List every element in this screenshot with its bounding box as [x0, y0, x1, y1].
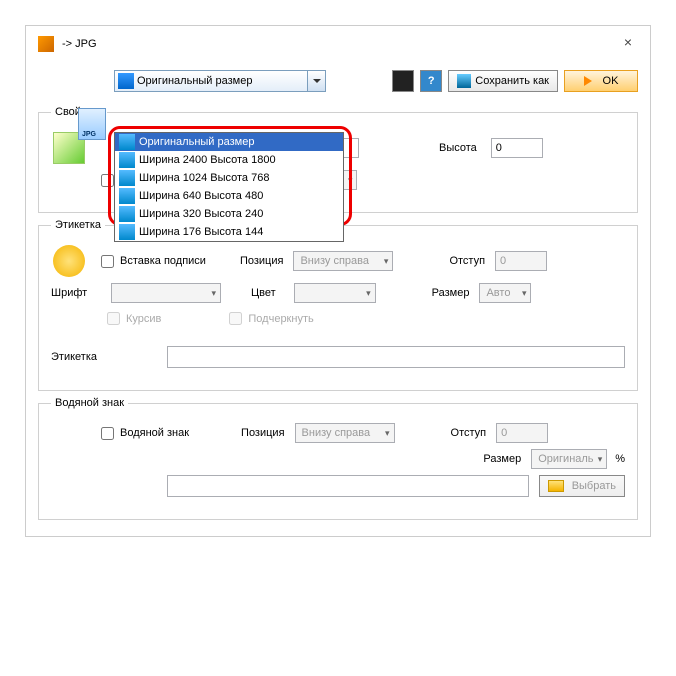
italic-checkbox[interactable] — [107, 312, 120, 325]
combo-selected-text: Оригинальный размер — [137, 75, 252, 87]
watermark-legend: Водяной знак — [51, 397, 128, 409]
wm-position-combo[interactable]: Внизу справа — [295, 423, 395, 443]
size-preset-combo[interactable]: Оригинальный размер — [114, 70, 326, 92]
underline-checkbox[interactable] — [229, 312, 242, 325]
size-label: Размер — [432, 287, 470, 299]
font-label: Шрифт — [51, 287, 111, 299]
option-icon — [119, 134, 135, 150]
label-field-label: Этикетка — [51, 351, 167, 363]
close-button[interactable]: × — [618, 34, 638, 54]
save-as-button[interactable]: Сохранить как — [448, 70, 558, 92]
help-button[interactable]: ? — [420, 70, 442, 92]
color-label: Цвет — [251, 287, 276, 299]
dropdown-option[interactable]: Ширина 2400 Высота 1800 — [115, 151, 343, 169]
option-icon — [119, 170, 135, 186]
dropdown-option[interactable]: Ширина 320 Высота 240 — [115, 205, 343, 223]
console-button[interactable] — [392, 70, 414, 92]
choose-label: Выбрать — [572, 480, 616, 492]
wm-size-combo[interactable]: Оригиналь — [531, 449, 607, 469]
app-icon — [38, 36, 54, 52]
font-combo[interactable] — [111, 283, 221, 303]
font-size-combo[interactable]: Авто — [479, 283, 531, 303]
dialog-window: -> JPG × Оригинальный размер ? Сохранить… — [25, 25, 651, 537]
ok-button[interactable]: OK — [564, 70, 638, 92]
height-label: Высота — [439, 142, 477, 154]
color-combo[interactable] — [294, 283, 376, 303]
watermark-label: Водяной знак — [120, 427, 189, 439]
wm-offset-input[interactable] — [496, 423, 548, 443]
rotate-checkbox[interactable] — [101, 174, 114, 187]
folder-icon — [548, 480, 564, 492]
save-as-label: Сохранить как — [475, 75, 549, 87]
percent-label: % — [615, 453, 625, 465]
option-icon — [119, 224, 135, 240]
dropdown-option[interactable]: Ширина 1024 Высота 768 — [115, 169, 343, 187]
position-label: Позиция — [240, 255, 284, 267]
wm-size-label: Размер — [483, 453, 521, 465]
wm-position-label: Позиция — [241, 427, 285, 439]
jpg-format-icon — [78, 108, 106, 140]
wm-offset-label: Отступ — [451, 427, 487, 439]
offset-input[interactable] — [495, 251, 547, 271]
caption-icon — [53, 245, 85, 277]
choose-file-button[interactable]: Выбрать — [539, 475, 625, 497]
size-preset-dropdown[interactable]: Оригинальный размер Ширина 2400 Высота 1… — [114, 132, 344, 242]
position-combo[interactable]: Внизу справа — [293, 251, 393, 271]
option-icon — [119, 152, 135, 168]
titlebar: -> JPG × — [26, 26, 650, 62]
underline-label: Подчеркнуть — [248, 313, 313, 325]
height-input[interactable] — [491, 138, 543, 158]
label-group: Этикетка Вставка подписи Позиция Внизу с… — [38, 219, 638, 391]
dropdown-option[interactable]: Ширина 640 Высота 480 — [115, 187, 343, 205]
dropdown-option[interactable]: Оригинальный размер — [115, 133, 343, 151]
italic-label: Курсив — [126, 313, 161, 325]
disk-icon — [457, 74, 471, 88]
label-legend: Этикетка — [51, 219, 105, 231]
window-title: -> JPG — [62, 38, 97, 50]
option-icon — [119, 188, 135, 204]
option-icon — [119, 206, 135, 222]
insert-caption-label: Вставка подписи — [120, 255, 206, 267]
dropdown-option[interactable]: Ширина 176 Высота 144 — [115, 223, 343, 241]
ok-label: OK — [603, 75, 619, 87]
offset-label: Отступ — [449, 255, 485, 267]
watermark-checkbox[interactable] — [101, 427, 114, 440]
chevron-down-icon[interactable] — [307, 71, 325, 91]
insert-caption-checkbox[interactable] — [101, 255, 114, 268]
watermark-group: Водяной знак Водяной знак Позиция Внизу … — [38, 397, 638, 520]
wm-path-input[interactable] — [167, 475, 529, 497]
preset-icon — [118, 73, 134, 89]
arrow-right-icon — [584, 76, 597, 86]
label-text-input[interactable] — [167, 346, 625, 368]
